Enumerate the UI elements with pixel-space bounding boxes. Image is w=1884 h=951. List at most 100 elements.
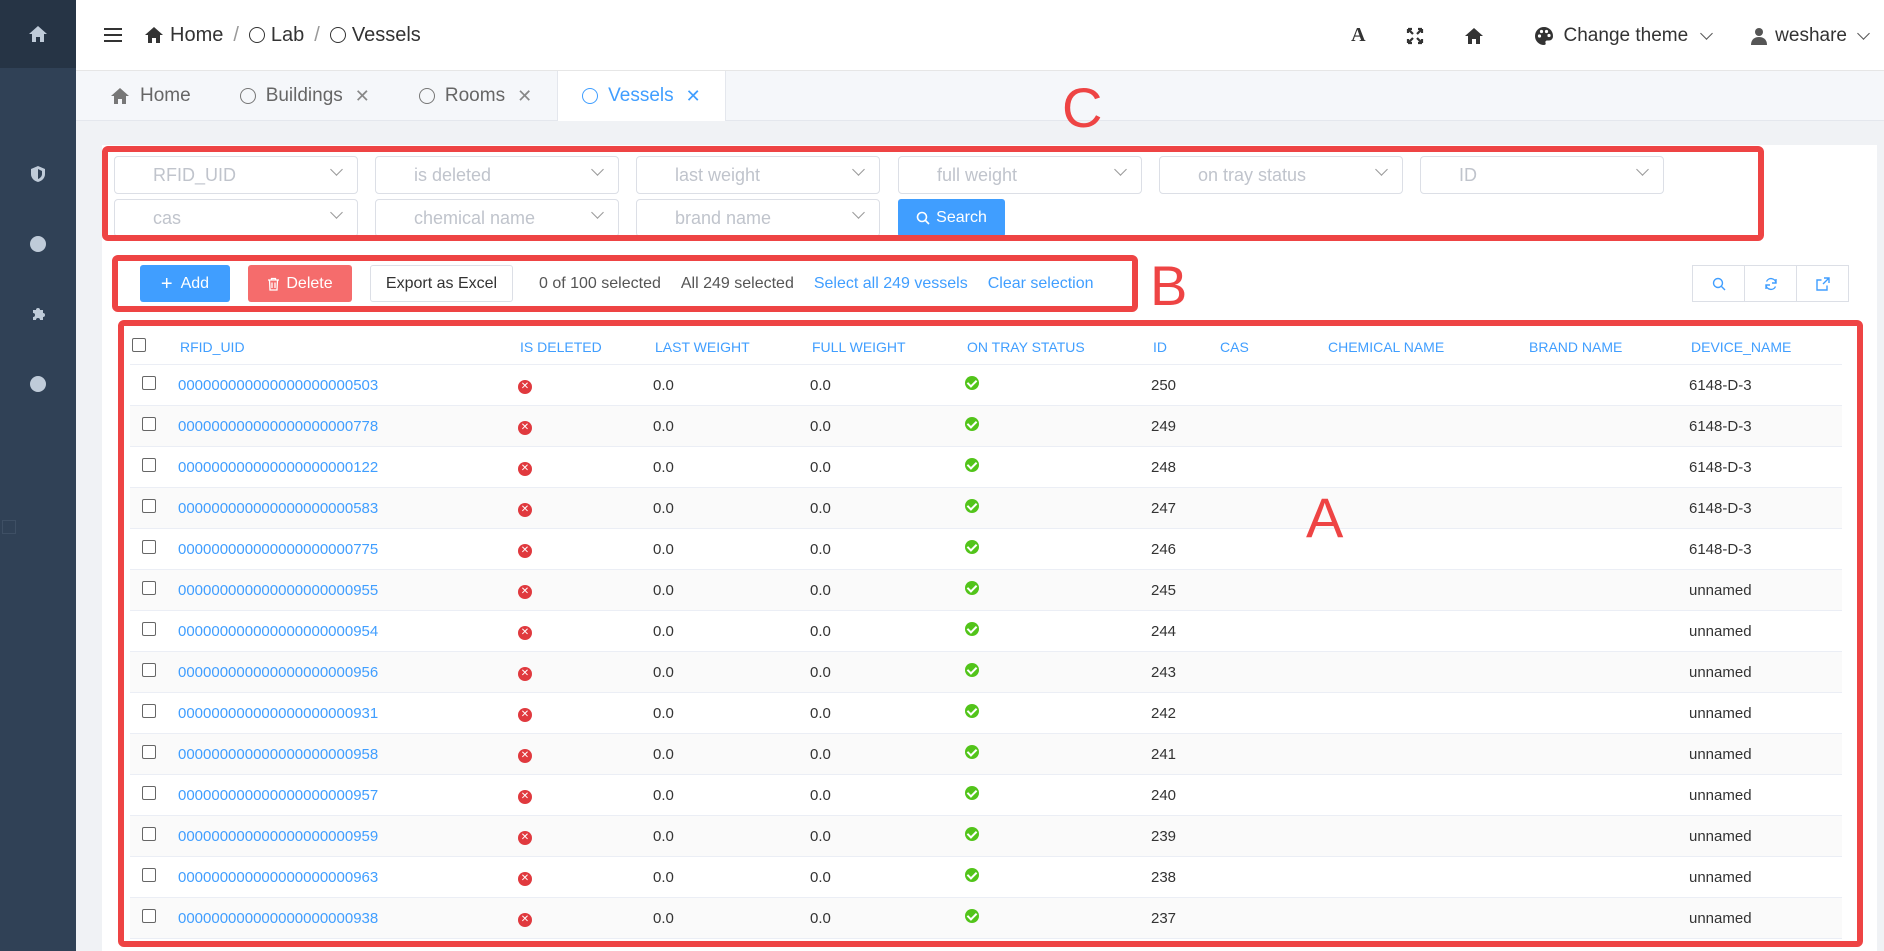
row-checkbox[interactable] bbox=[142, 622, 156, 636]
rfid-uid-link[interactable]: 000000000000000000000122 bbox=[178, 459, 378, 476]
filter-is-deleted[interactable]: is deleted bbox=[375, 156, 619, 194]
select-all-checkbox[interactable] bbox=[132, 338, 146, 352]
row-checkbox[interactable] bbox=[142, 499, 156, 513]
row-checkbox[interactable] bbox=[142, 827, 156, 841]
row-checkbox[interactable] bbox=[142, 704, 156, 718]
filter-cas[interactable]: cas bbox=[114, 199, 358, 237]
delete-button[interactable]: Delete bbox=[248, 265, 352, 302]
table-row[interactable]: 000000000000000000000938 ✕ 0.0 0.0 237 unname… bbox=[130, 898, 1842, 939]
column-header[interactable]: BRAND NAME bbox=[1527, 339, 1689, 355]
rfid-uid-link[interactable]: 000000000000000000000938 bbox=[178, 910, 378, 927]
rfid-uid-link[interactable]: 000000000000000000000778 bbox=[178, 418, 378, 435]
font-size-button[interactable]: A bbox=[1331, 0, 1385, 71]
table-row[interactable]: 000000000000000000000583 ✕ 0.0 0.0 247 6148-D… bbox=[130, 488, 1842, 529]
row-checkbox-cell bbox=[130, 499, 178, 517]
filter-chemical-name[interactable]: chemical name bbox=[375, 199, 619, 237]
row-checkbox[interactable] bbox=[142, 745, 156, 759]
rfid-uid-link[interactable]: 000000000000000000000963 bbox=[178, 869, 378, 886]
close-icon[interactable]: ✕ bbox=[355, 86, 370, 107]
column-header[interactable]: LAST WEIGHT bbox=[653, 339, 810, 355]
export-excel-button[interactable]: Export as Excel bbox=[370, 265, 513, 302]
on-tray-status-cell bbox=[965, 827, 1151, 845]
search-button[interactable]: Search bbox=[898, 199, 1005, 237]
shield-icon bbox=[31, 166, 45, 182]
column-header[interactable]: DEVICE_NAME bbox=[1689, 339, 1839, 355]
tab-buildings[interactable]: Buildings ✕ bbox=[216, 71, 395, 121]
column-header[interactable]: ON TRAY STATUS bbox=[965, 339, 1151, 355]
table-row[interactable]: 000000000000000000000958 ✕ 0.0 0.0 241 unname… bbox=[130, 734, 1842, 775]
breadcrumb-lab-label: Lab bbox=[270, 23, 305, 46]
sidebar-item-4[interactable] bbox=[0, 366, 76, 402]
row-checkbox[interactable] bbox=[142, 663, 156, 677]
clear-selection-link[interactable]: Clear selection bbox=[988, 275, 1094, 293]
sidebar-item-3[interactable] bbox=[0, 296, 76, 332]
rfid-uid-link[interactable]: 000000000000000000000583 bbox=[178, 500, 378, 517]
row-checkbox-cell bbox=[130, 909, 178, 927]
table-row[interactable]: 000000000000000000000956 ✕ 0.0 0.0 243 unname… bbox=[130, 652, 1842, 693]
add-button[interactable]: + Add bbox=[140, 265, 230, 302]
filter-placeholder: is deleted bbox=[414, 164, 492, 185]
toggle-search-button[interactable] bbox=[1692, 265, 1745, 302]
column-header[interactable]: RFID_UID bbox=[178, 339, 518, 355]
select-all-link[interactable]: Select all 249 vessels bbox=[814, 275, 968, 293]
fullscreen-button[interactable] bbox=[1386, 0, 1444, 71]
rfid-uid-link[interactable]: 000000000000000000000503 bbox=[178, 377, 378, 394]
table-row[interactable]: 000000000000000000000963 ✕ 0.0 0.0 238 unname… bbox=[130, 857, 1842, 898]
close-icon[interactable]: ✕ bbox=[686, 86, 701, 107]
rfid-uid-link[interactable]: 000000000000000000000954 bbox=[178, 623, 378, 640]
breadcrumb-lab[interactable]: Lab bbox=[248, 23, 305, 47]
tab-home[interactable]: Home bbox=[86, 71, 216, 121]
rfid-uid-link[interactable]: 000000000000000000000775 bbox=[178, 541, 378, 558]
filter-brand-name[interactable]: brand name bbox=[636, 199, 880, 237]
check-circle-icon bbox=[965, 540, 979, 554]
filter-last-weight[interactable]: last weight bbox=[636, 156, 880, 194]
hamburger-menu-icon[interactable] bbox=[104, 28, 122, 42]
change-theme-dropdown[interactable]: Change theme bbox=[1504, 0, 1732, 71]
rfid-uid-link[interactable]: 000000000000000000000959 bbox=[178, 828, 378, 845]
sidebar-collapse-handle[interactable] bbox=[2, 520, 16, 534]
table-row[interactable]: 000000000000000000000954 ✕ 0.0 0.0 244 unname… bbox=[130, 611, 1842, 652]
check-circle-icon bbox=[965, 499, 979, 513]
table-row[interactable]: 000000000000000000000931 ✕ 0.0 0.0 242 unname… bbox=[130, 693, 1842, 734]
tab-vessels[interactable]: Vessels ✕ bbox=[557, 71, 726, 121]
table-row[interactable]: 000000000000000000000775 ✕ 0.0 0.0 246 6148-D… bbox=[130, 529, 1842, 570]
breadcrumb-home[interactable]: Home bbox=[144, 24, 223, 47]
table-row[interactable]: 000000000000000000000957 ✕ 0.0 0.0 240 unname… bbox=[130, 775, 1842, 816]
table-row[interactable]: 000000000000000000000122 ✕ 0.0 0.0 248 6148-D… bbox=[130, 447, 1842, 488]
rfid-uid-link[interactable]: 000000000000000000000957 bbox=[178, 787, 378, 804]
filter-full-weight[interactable]: full weight bbox=[898, 156, 1142, 194]
sidebar-item-security[interactable] bbox=[0, 156, 76, 192]
user-menu[interactable]: weshare bbox=[1731, 0, 1884, 71]
table-row[interactable]: 000000000000000000000778 ✕ 0.0 0.0 249 6148-D… bbox=[130, 406, 1842, 447]
row-checkbox[interactable] bbox=[142, 376, 156, 390]
refresh-button[interactable] bbox=[1744, 265, 1797, 302]
home-button[interactable] bbox=[1444, 0, 1504, 71]
row-checkbox[interactable] bbox=[142, 868, 156, 882]
rfid-uid-link[interactable]: 000000000000000000000956 bbox=[178, 664, 378, 681]
column-header[interactable]: FULL WEIGHT bbox=[810, 339, 965, 355]
filter-id[interactable]: ID bbox=[1420, 156, 1664, 194]
sidebar-logo[interactable] bbox=[0, 0, 76, 68]
row-checkbox[interactable] bbox=[142, 581, 156, 595]
filter-rfid-uid[interactable]: RFID_UID bbox=[114, 156, 358, 194]
rfid-uid-link[interactable]: 000000000000000000000958 bbox=[178, 746, 378, 763]
close-icon[interactable]: ✕ bbox=[517, 86, 532, 107]
column-header[interactable]: IS DELETED bbox=[518, 339, 653, 355]
table-row[interactable]: 000000000000000000000955 ✕ 0.0 0.0 245 unname… bbox=[130, 570, 1842, 611]
row-checkbox[interactable] bbox=[142, 540, 156, 554]
filter-on-tray-status[interactable]: on tray status bbox=[1159, 156, 1403, 194]
row-checkbox[interactable] bbox=[142, 909, 156, 923]
columns-button[interactable] bbox=[1796, 265, 1849, 302]
row-checkbox[interactable] bbox=[142, 458, 156, 472]
row-checkbox[interactable] bbox=[142, 786, 156, 800]
tab-rooms[interactable]: Rooms ✕ bbox=[395, 71, 557, 121]
column-header[interactable]: CHEMICAL NAME bbox=[1326, 339, 1527, 355]
table-row[interactable]: 000000000000000000000959 ✕ 0.0 0.0 239 unname… bbox=[130, 816, 1842, 857]
column-header[interactable]: CAS bbox=[1218, 339, 1326, 355]
sidebar-item-2[interactable] bbox=[0, 226, 76, 262]
table-row[interactable]: 000000000000000000000503 ✕ 0.0 0.0 250 6148-D… bbox=[130, 365, 1842, 406]
rfid-uid-link[interactable]: 000000000000000000000955 bbox=[178, 582, 378, 599]
rfid-uid-link[interactable]: 000000000000000000000931 bbox=[178, 705, 378, 722]
column-header[interactable]: ID bbox=[1151, 339, 1218, 355]
row-checkbox[interactable] bbox=[142, 417, 156, 431]
